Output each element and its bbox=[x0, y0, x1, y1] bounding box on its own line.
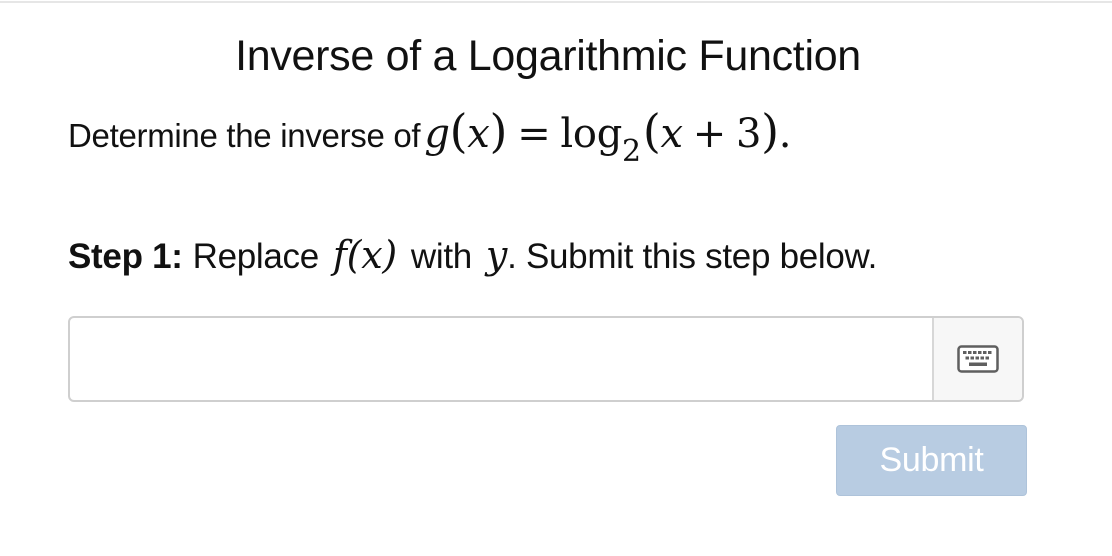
step-label: Step 1: bbox=[68, 237, 183, 276]
equals-sign: = bbox=[517, 111, 551, 157]
close-paren: ) bbox=[489, 104, 508, 158]
answer-input[interactable] bbox=[70, 318, 936, 400]
prompt-period: . bbox=[778, 111, 792, 157]
open-paren: ( bbox=[449, 104, 468, 158]
step-text-after: . Submit this step below. bbox=[507, 237, 878, 276]
function-variable: x bbox=[467, 111, 490, 157]
inner-open-paren: ( bbox=[642, 104, 661, 158]
function-name: g bbox=[424, 111, 450, 157]
page-title: Inverse of a Logarithmic Function bbox=[235, 32, 861, 80]
question-prompt: Determine the inverse of g(x) = log2(x +3). bbox=[68, 108, 791, 169]
inner-constant: 3 bbox=[735, 111, 762, 157]
inner-close-paren: ) bbox=[761, 104, 779, 158]
step-math-fx: f(x) bbox=[332, 233, 397, 277]
keyboard-icon bbox=[957, 345, 999, 373]
step-math-y: y bbox=[485, 233, 508, 277]
function-expression: g(x) = log2(x +3). bbox=[424, 108, 791, 169]
prompt-text: Determine the inverse of bbox=[68, 117, 421, 154]
step-text-before: Replace bbox=[192, 237, 320, 276]
step-text-with: with bbox=[410, 237, 472, 276]
log-operator: log bbox=[560, 111, 623, 157]
plus-sign: + bbox=[692, 111, 727, 157]
inner-variable: x bbox=[660, 111, 683, 157]
log-base: 2 bbox=[622, 134, 641, 169]
answer-box bbox=[68, 316, 1024, 402]
step-instruction: Step 1: Replace f(x) with y . Submit thi… bbox=[68, 233, 877, 277]
submit-button[interactable]: Submit bbox=[836, 425, 1027, 496]
top-divider bbox=[0, 1, 1112, 3]
keyboard-button[interactable] bbox=[932, 318, 1022, 400]
